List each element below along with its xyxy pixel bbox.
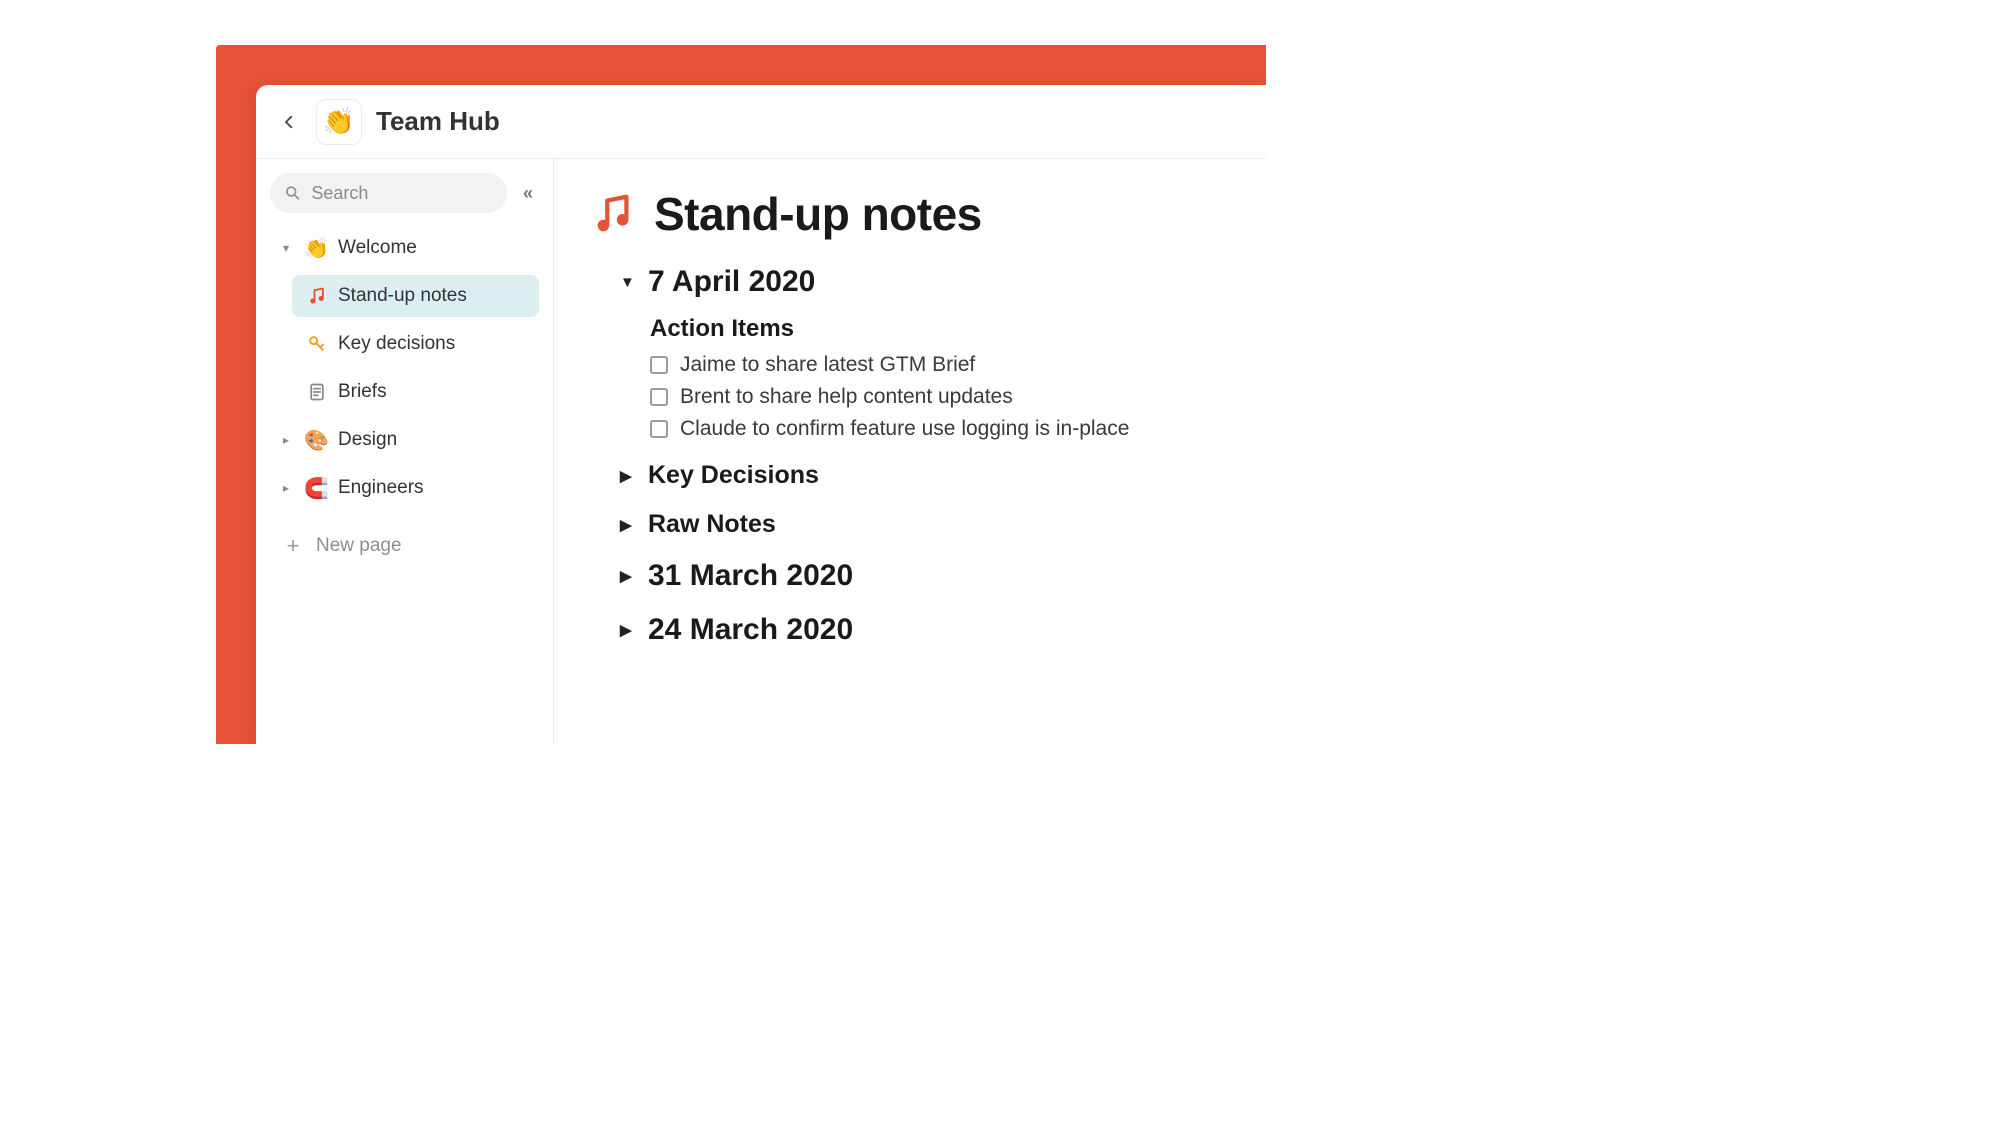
toggle-title: Raw Notes bbox=[648, 510, 776, 539]
sidebar-item-design[interactable]: ▸ 🎨 Design bbox=[270, 419, 539, 461]
sidebar-item-standup-notes[interactable]: Stand-up notes bbox=[292, 275, 539, 317]
toggle-7-april-2020: 7 April 2020 Action Items Jaime to share… bbox=[620, 265, 1230, 441]
collapse-sidebar-button[interactable]: « bbox=[517, 182, 539, 204]
sidebar-item-label: Stand-up notes bbox=[338, 285, 531, 307]
sidebar-item-label: Briefs bbox=[338, 381, 531, 403]
sidebar-item-key-decisions[interactable]: Key decisions bbox=[292, 323, 539, 365]
plus-icon: + bbox=[282, 533, 304, 559]
search-input[interactable] bbox=[311, 183, 493, 204]
chevron-right-icon: ▸ bbox=[278, 433, 294, 447]
toggle-raw-notes: Raw Notes bbox=[620, 510, 1230, 539]
palette-icon: 🎨 bbox=[304, 428, 328, 453]
triangle-right-icon bbox=[620, 467, 636, 485]
music-icon bbox=[306, 285, 328, 307]
chevron-down-icon: ▾ bbox=[278, 241, 294, 255]
sidebar-item-label: Welcome bbox=[338, 237, 531, 259]
music-icon bbox=[590, 191, 636, 237]
new-page-button[interactable]: + New page bbox=[270, 525, 539, 567]
clap-icon: 👏 bbox=[323, 106, 355, 137]
sidebar-item-engineers[interactable]: ▸ 🧲 Engineers bbox=[270, 467, 539, 509]
toggle-title: 31 March 2020 bbox=[648, 559, 853, 593]
toggle-header[interactable]: Key Decisions bbox=[620, 461, 1230, 490]
back-button[interactable] bbox=[276, 109, 302, 135]
checkbox[interactable] bbox=[650, 388, 668, 406]
toggle-header[interactable]: 24 March 2020 bbox=[620, 613, 1230, 647]
doc-icon bbox=[306, 381, 328, 403]
app-window: 👏 Team Hub « ▾ 👏 bbox=[256, 85, 1266, 744]
toggle-header[interactable]: Raw Notes bbox=[620, 510, 1230, 539]
titlebar: 👏 Team Hub bbox=[256, 85, 1266, 159]
sidebar-item-welcome[interactable]: ▾ 👏 Welcome bbox=[270, 227, 539, 269]
page-title: Stand-up notes bbox=[654, 187, 982, 241]
toggle-title: 24 March 2020 bbox=[648, 613, 853, 647]
chevron-right-icon: ▸ bbox=[278, 481, 294, 495]
toggle-header[interactable]: 7 April 2020 bbox=[620, 265, 1230, 299]
todo-item[interactable]: Jaime to share latest GTM Brief bbox=[650, 353, 1230, 377]
magnet-icon: 🧲 bbox=[304, 476, 328, 501]
toggle-31-march-2020: 31 March 2020 bbox=[620, 559, 1230, 593]
sidebar-item-label: Key decisions bbox=[338, 333, 531, 355]
toggle-header[interactable]: 31 March 2020 bbox=[620, 559, 1230, 593]
clap-icon: 👏 bbox=[304, 236, 328, 261]
toggle-title: 7 April 2020 bbox=[648, 265, 815, 299]
todo-text: Claude to confirm feature use logging is… bbox=[680, 417, 1129, 441]
todo-item[interactable]: Brent to share help content updates bbox=[650, 385, 1230, 409]
search-icon bbox=[284, 183, 301, 203]
todo-text: Brent to share help content updates bbox=[680, 385, 1013, 409]
page-content: Stand-up notes 7 April 2020 Action Items… bbox=[554, 159, 1266, 744]
section-heading: Action Items bbox=[650, 315, 1230, 343]
key-icon bbox=[306, 333, 328, 355]
new-page-label: New page bbox=[316, 535, 402, 557]
chevrons-left-icon: « bbox=[523, 183, 533, 204]
todo-text: Jaime to share latest GTM Brief bbox=[680, 353, 975, 377]
action-items-section: Action Items Jaime to share latest GTM B… bbox=[650, 315, 1230, 441]
toggle-key-decisions: Key Decisions bbox=[620, 461, 1230, 490]
checkbox[interactable] bbox=[650, 420, 668, 438]
triangle-down-icon bbox=[620, 274, 636, 291]
toggle-24-march-2020: 24 March 2020 bbox=[620, 613, 1230, 647]
sidebar: « ▾ 👏 Welcome Stand-up notes bbox=[256, 159, 554, 744]
workspace-title: Team Hub bbox=[376, 106, 500, 137]
checkbox[interactable] bbox=[650, 356, 668, 374]
workspace-icon[interactable]: 👏 bbox=[316, 99, 362, 145]
app-frame: 👏 Team Hub « ▾ 👏 bbox=[216, 45, 1266, 744]
search-box[interactable] bbox=[270, 173, 507, 213]
triangle-right-icon bbox=[620, 516, 636, 534]
sidebar-item-label: Design bbox=[338, 429, 531, 451]
sidebar-item-briefs[interactable]: Briefs bbox=[292, 371, 539, 413]
todo-item[interactable]: Claude to confirm feature use logging is… bbox=[650, 417, 1230, 441]
triangle-right-icon bbox=[620, 567, 636, 585]
triangle-right-icon bbox=[620, 621, 636, 639]
chevron-left-icon bbox=[280, 113, 298, 131]
sidebar-item-label: Engineers bbox=[338, 477, 531, 499]
toggle-title: Key Decisions bbox=[648, 461, 819, 490]
